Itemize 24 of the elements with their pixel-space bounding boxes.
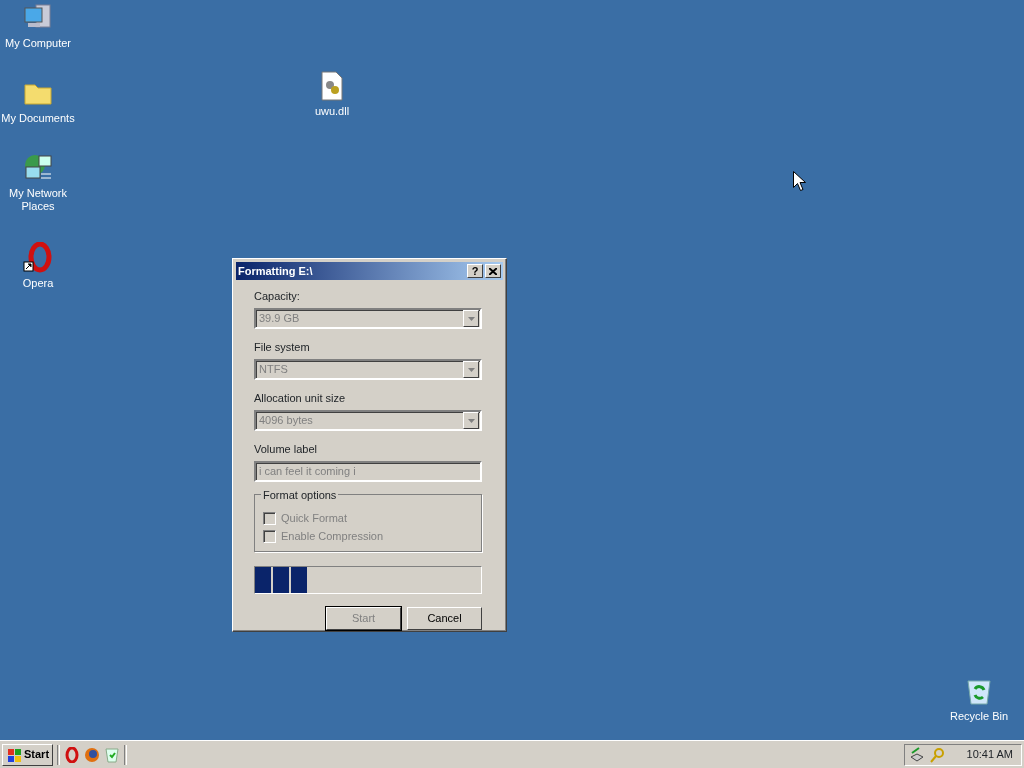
field-label: File system: [254, 341, 311, 354]
close-button[interactable]: [485, 264, 501, 278]
icon-label: Opera: [22, 277, 54, 290]
option-label: Enable Compression: [281, 528, 384, 544]
field-label: Capacity:: [254, 290, 301, 303]
icon-label: Recycle Bin: [949, 710, 1009, 723]
clock: 10:41 AM: [966, 747, 1013, 763]
cursor-icon: [793, 171, 806, 191]
help-button[interactable]: ?: [467, 264, 483, 278]
opera-icon[interactable]: [22, 242, 54, 274]
icon-label: My Network Places: [7, 187, 69, 213]
window-title: Formatting E:\: [238, 263, 314, 279]
option-label: Quick Format: [281, 510, 347, 526]
network-icon[interactable]: [908, 746, 925, 763]
icon-label: uwu.dll: [314, 105, 350, 118]
icon-label: My Documents: [1, 112, 75, 125]
field-label: Allocation unit size: [254, 392, 347, 405]
close-icon[interactable]: [489, 267, 497, 275]
flag-icon: [6, 747, 22, 762]
icon-label: My Computer: [5, 37, 71, 50]
globe-icon[interactable]: [84, 746, 101, 763]
dialog-button[interactable]: Cancel: [407, 607, 482, 630]
field-label: Volume label: [254, 443, 318, 456]
start-button[interactable]: Start: [2, 743, 54, 766]
